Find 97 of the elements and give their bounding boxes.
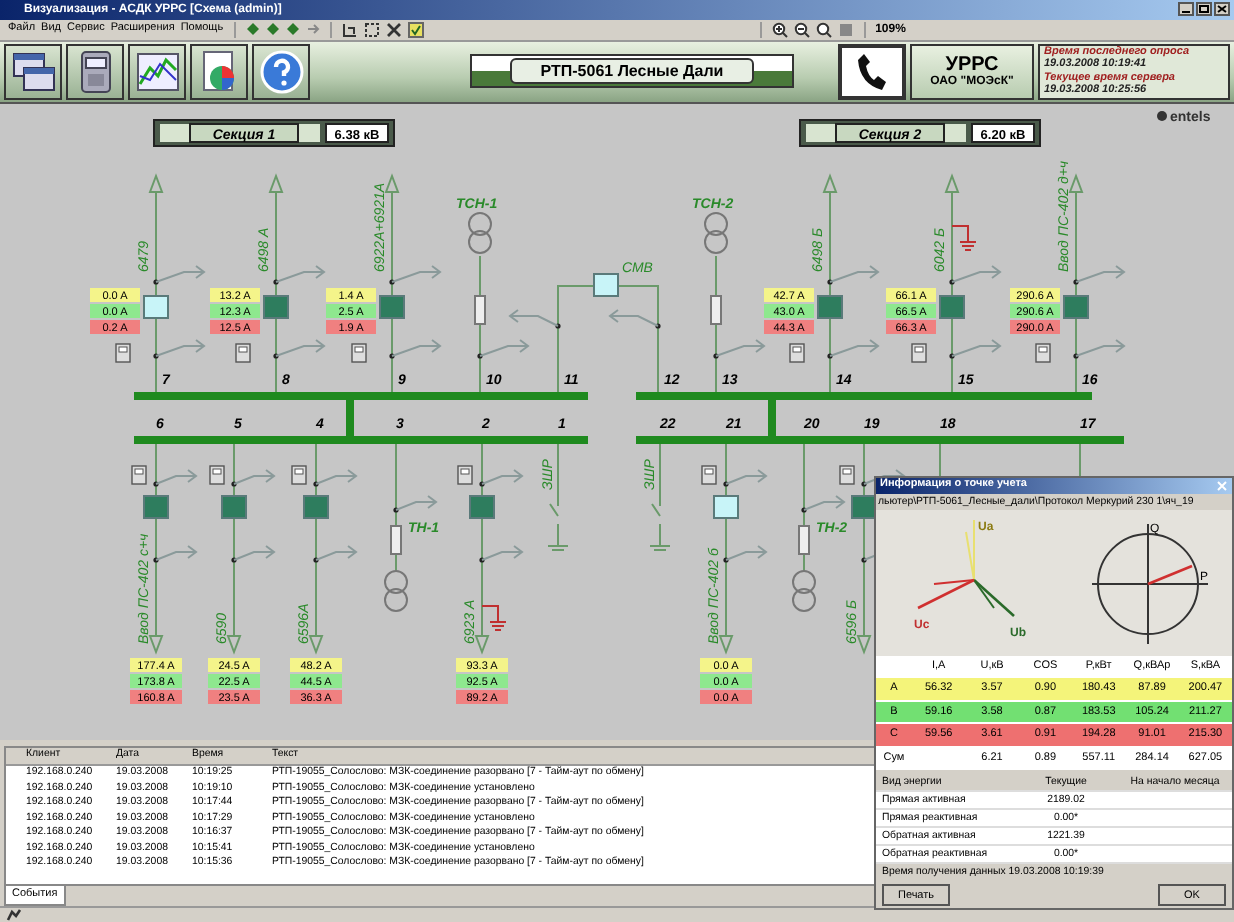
disconnector-icon [725, 544, 768, 561]
fuse-icon [798, 524, 810, 555]
pie-document-icon [199, 49, 239, 94]
feeder-line [555, 284, 595, 393]
feeder-line [1079, 442, 1081, 481]
logo-icon [1157, 110, 1167, 121]
meter-button[interactable] [66, 43, 124, 100]
disconnector-icon [233, 468, 276, 485]
disconnector-icon [829, 338, 880, 357]
circuit-breaker[interactable] [143, 294, 169, 319]
disconnector-icon [395, 494, 438, 511]
disconnector-icon [803, 494, 846, 511]
meter-icon[interactable] [351, 342, 367, 362]
transformer-icon [792, 569, 816, 612]
disconnector-icon [155, 264, 206, 283]
fuse-icon [390, 524, 402, 555]
circuit-breaker[interactable] [221, 494, 247, 519]
disconnector-icon [715, 338, 766, 357]
bus-link [346, 399, 354, 436]
feeder-line [393, 442, 399, 573]
meter-icon[interactable] [457, 464, 473, 484]
circuit-breaker[interactable] [263, 294, 289, 319]
meter-icon[interactable] [209, 464, 225, 484]
substation-title: РТП-5061 Лесные Дали [510, 58, 754, 85]
disconnector-icon [608, 308, 659, 327]
meter-icon[interactable] [1035, 342, 1051, 362]
phone-icon [856, 51, 888, 92]
meter-icon[interactable] [911, 342, 927, 362]
circuit-breaker[interactable] [713, 494, 739, 519]
frame-icon[interactable] [363, 21, 380, 38]
circuit-breaker[interactable] [303, 494, 329, 519]
disconnector-icon [479, 338, 530, 357]
disconnector-icon [155, 468, 198, 485]
meter-icon[interactable] [291, 464, 307, 484]
zoom-fit-icon[interactable] [815, 21, 832, 38]
feeder-line [801, 442, 807, 573]
zoom-out-icon[interactable] [793, 21, 810, 38]
checkbox-icon[interactable] [407, 21, 424, 38]
feeder-line [713, 254, 719, 393]
feeder-line [477, 254, 483, 393]
status-icon [6, 908, 22, 922]
disconnector-icon [155, 338, 206, 357]
bus-link [768, 399, 776, 436]
disconnector-icon [315, 468, 358, 485]
disconnector-icon [725, 468, 768, 485]
transformer-icon [468, 211, 492, 254]
fuse-icon [710, 294, 722, 325]
meter-icon[interactable] [235, 342, 251, 362]
feeder-line [617, 284, 661, 393]
disconnector-icon [275, 264, 326, 283]
disconnector-icon [233, 544, 276, 561]
windows-icon [11, 51, 55, 92]
disconnector-icon [829, 264, 880, 283]
help-button[interactable] [252, 43, 310, 100]
phone-button[interactable] [838, 43, 906, 100]
circuit-breaker[interactable] [817, 294, 843, 319]
disconnector-icon [1075, 338, 1126, 357]
meter-icon[interactable] [115, 342, 131, 362]
report-button[interactable] [190, 43, 248, 100]
help-icon [259, 49, 303, 94]
circuit-breaker[interactable] [593, 272, 619, 297]
circuit-breaker[interactable] [851, 494, 877, 519]
circuit-breaker[interactable] [939, 294, 965, 319]
circuit-breaker[interactable] [379, 294, 405, 319]
meter-icon[interactable] [701, 464, 717, 484]
disconnector-icon [275, 338, 326, 357]
disconnector-icon [951, 264, 1002, 283]
circuit-breaker[interactable] [469, 494, 495, 519]
meter-icon[interactable] [131, 464, 147, 484]
disconnector-icon [391, 264, 442, 283]
disconnector-icon [391, 338, 442, 357]
circuit-breaker[interactable] [1063, 294, 1089, 319]
disconnector-icon [508, 308, 559, 327]
minimize-icon[interactable] [1178, 2, 1194, 17]
meter-icon[interactable] [789, 342, 805, 362]
meter-icon [79, 49, 111, 94]
fuse-icon [474, 294, 486, 325]
line-chart-icon [135, 51, 179, 92]
meter-icon[interactable] [839, 464, 855, 484]
disconnector-icon [315, 544, 358, 561]
arrow-icon[interactable] [305, 22, 320, 37]
disconnector-icon [481, 468, 524, 485]
zoom-in-icon[interactable] [771, 21, 788, 38]
screens-button[interactable] [4, 43, 62, 100]
disconnector-icon [951, 338, 1002, 357]
disconnector-icon [155, 544, 198, 561]
disconnector-icon [481, 544, 524, 561]
transformer-icon [704, 211, 728, 254]
maximize-icon[interactable] [1196, 2, 1212, 17]
circuit-breaker[interactable] [143, 494, 169, 519]
chart-button[interactable] [128, 43, 186, 100]
close-icon[interactable] [1214, 2, 1230, 17]
org-name: УРРС [945, 53, 999, 76]
feeder-line [939, 442, 941, 481]
layout-icon[interactable] [341, 21, 358, 38]
disconnector-icon [1075, 264, 1126, 283]
transformer-icon [384, 569, 408, 612]
